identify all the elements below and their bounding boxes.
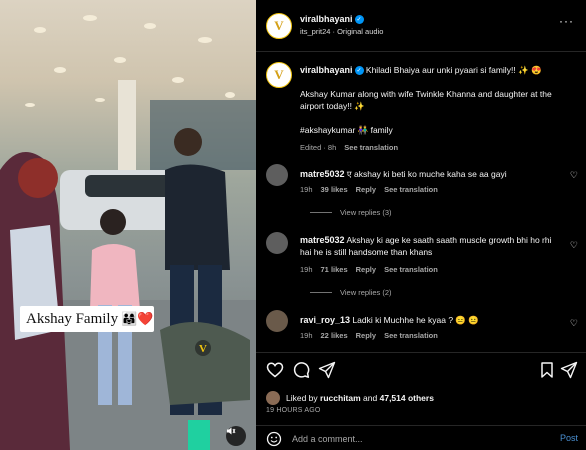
- likes-summary[interactable]: Liked by rucchitam and 47,514 others: [266, 391, 434, 405]
- comment-icon[interactable]: [292, 361, 310, 379]
- view-replies[interactable]: View replies (2): [310, 288, 392, 297]
- likes-and: and: [363, 393, 378, 403]
- sticker-emoji: 👨‍👩‍👧❤️: [121, 311, 154, 326]
- add-comment-bar: Post: [256, 425, 586, 450]
- caption-body: Akshay Kumar along with wife Twinkle Kha…: [300, 89, 552, 111]
- post-video[interactable]: V Akshay Family 👨‍👩‍👧❤️: [0, 0, 256, 450]
- comment-like-icon[interactable]: ♡: [570, 318, 578, 329]
- post-actions: Liked by rucchitam and 47,514 others 19 …: [256, 352, 586, 450]
- mute-icon: [227, 427, 236, 435]
- caption-hashtags[interactable]: #akshaykumar 👫 family: [300, 124, 576, 136]
- view-replies-label: View replies (2): [340, 288, 392, 297]
- share-icon[interactable]: [318, 361, 336, 379]
- heart-icon[interactable]: [266, 361, 284, 379]
- likes-prefix: Liked by: [286, 393, 318, 403]
- comment-text: ए akshay ki beti ko muche kaha se aa gay…: [346, 169, 507, 179]
- comment-item: matre5032 Akshay ki age ke saath saath m…: [266, 232, 578, 302]
- comment-time: 19h: [300, 331, 313, 340]
- author-avatar[interactable]: V: [266, 13, 292, 39]
- comment-time: 19h: [300, 265, 313, 274]
- comment-time: 19h: [300, 185, 313, 194]
- view-replies-line: [310, 292, 332, 293]
- comment-see-translation[interactable]: See translation: [384, 185, 438, 194]
- author-info: viralbhayani ✓ its_prit24 · Original audi…: [300, 14, 383, 36]
- post-comment-button[interactable]: Post: [560, 433, 578, 443]
- comment-item: matre5032 ए akshay ki beti ko muche kaha…: [266, 164, 578, 224]
- comment-likes[interactable]: 39 likes: [321, 185, 348, 194]
- comment-meta: 19h 39 likes Reply See translation: [300, 184, 562, 196]
- audio-line[interactable]: its_prit24 · Original audio: [300, 27, 383, 36]
- likes-count[interactable]: 47,514 others: [380, 393, 434, 403]
- comment-reply[interactable]: Reply: [356, 265, 376, 274]
- comment-meta: 19h 22 likes Reply See translation: [300, 330, 562, 342]
- comment-username[interactable]: ravi_roy_13: [300, 315, 350, 325]
- comment-item: ravi_roy_13 Ladki ki Muchhe he kyaa ? 😑 …: [266, 310, 578, 346]
- caption-line1: viralbhayani ✓ Khiladi Bhaiya aur unki py…: [300, 64, 576, 76]
- caption-edited: Edited · 8h: [300, 143, 337, 152]
- caption-meta: Edited · 8h See translation: [300, 142, 576, 154]
- comment-meta: 19h 71 likes Reply See translation: [300, 264, 562, 276]
- bookmark-icon[interactable]: [538, 361, 556, 379]
- caption-avatar[interactable]: V: [266, 62, 292, 88]
- comment-like-icon[interactable]: ♡: [570, 170, 578, 181]
- liker-avatar: [266, 391, 280, 405]
- comment-reply[interactable]: Reply: [356, 331, 376, 340]
- caption-username[interactable]: viralbhayani: [300, 65, 353, 75]
- action-icons: [266, 361, 578, 381]
- svg-text:V: V: [199, 343, 207, 355]
- comment-text: Ladki ki Muchhe he kyaa ? 😑 😐: [352, 315, 479, 325]
- send-icon[interactable]: [560, 361, 578, 379]
- comment-username[interactable]: matre5032: [300, 235, 345, 245]
- video-frame-illustration: V: [0, 15, 256, 450]
- post-panel: V viralbhayani ✓ its_prit24 · Original au…: [256, 0, 586, 450]
- post-timestamp: 19 HOURS AGO: [266, 407, 321, 414]
- author-username[interactable]: viralbhayani: [300, 14, 353, 24]
- comment-reply[interactable]: Reply: [356, 185, 376, 194]
- comments-list[interactable]: V viralbhayani ✓ Khiladi Bhaiya aur unki …: [256, 52, 586, 352]
- comment-likes[interactable]: 71 likes: [321, 265, 348, 274]
- mute-button[interactable]: [226, 426, 246, 446]
- verified-icon: ✓: [354, 15, 364, 25]
- comment-text-block: matre5032 Akshay ki age ke saath saath m…: [300, 234, 562, 258]
- comment-see-translation[interactable]: See translation: [384, 331, 438, 340]
- view-replies-line: [310, 212, 332, 213]
- more-icon[interactable]: ···: [559, 14, 574, 28]
- comment-input[interactable]: [292, 432, 532, 446]
- comment-avatar[interactable]: [266, 164, 288, 186]
- view-replies[interactable]: View replies (3): [310, 208, 392, 217]
- view-replies-label: View replies (3): [340, 208, 392, 217]
- comment-avatar[interactable]: [266, 310, 288, 332]
- comment-like-icon[interactable]: ♡: [570, 240, 578, 251]
- verified-icon: ✓: [354, 66, 364, 76]
- liker-username[interactable]: rucchitam: [320, 393, 361, 403]
- sticker-text: Akshay Family: [26, 310, 119, 327]
- comment-likes[interactable]: 22 likes: [321, 331, 348, 340]
- emoji-icon[interactable]: [266, 431, 282, 447]
- post-header: V viralbhayani ✓ its_prit24 · Original au…: [256, 0, 586, 52]
- caption-see-translation[interactable]: See translation: [344, 143, 398, 152]
- comment-see-translation[interactable]: See translation: [384, 265, 438, 274]
- comment-text-block: matre5032 ए akshay ki beti ko muche kaha…: [300, 168, 562, 180]
- comment-avatar[interactable]: [266, 232, 288, 254]
- video-text-sticker: Akshay Family 👨‍👩‍👧❤️: [20, 306, 154, 332]
- comment-text-block: ravi_roy_13 Ladki ki Muchhe he kyaa ? 😑 …: [300, 314, 562, 326]
- comment-username[interactable]: matre5032: [300, 169, 345, 179]
- caption-headline: Khiladi Bhaiya aur unki pyaari si family…: [365, 65, 542, 75]
